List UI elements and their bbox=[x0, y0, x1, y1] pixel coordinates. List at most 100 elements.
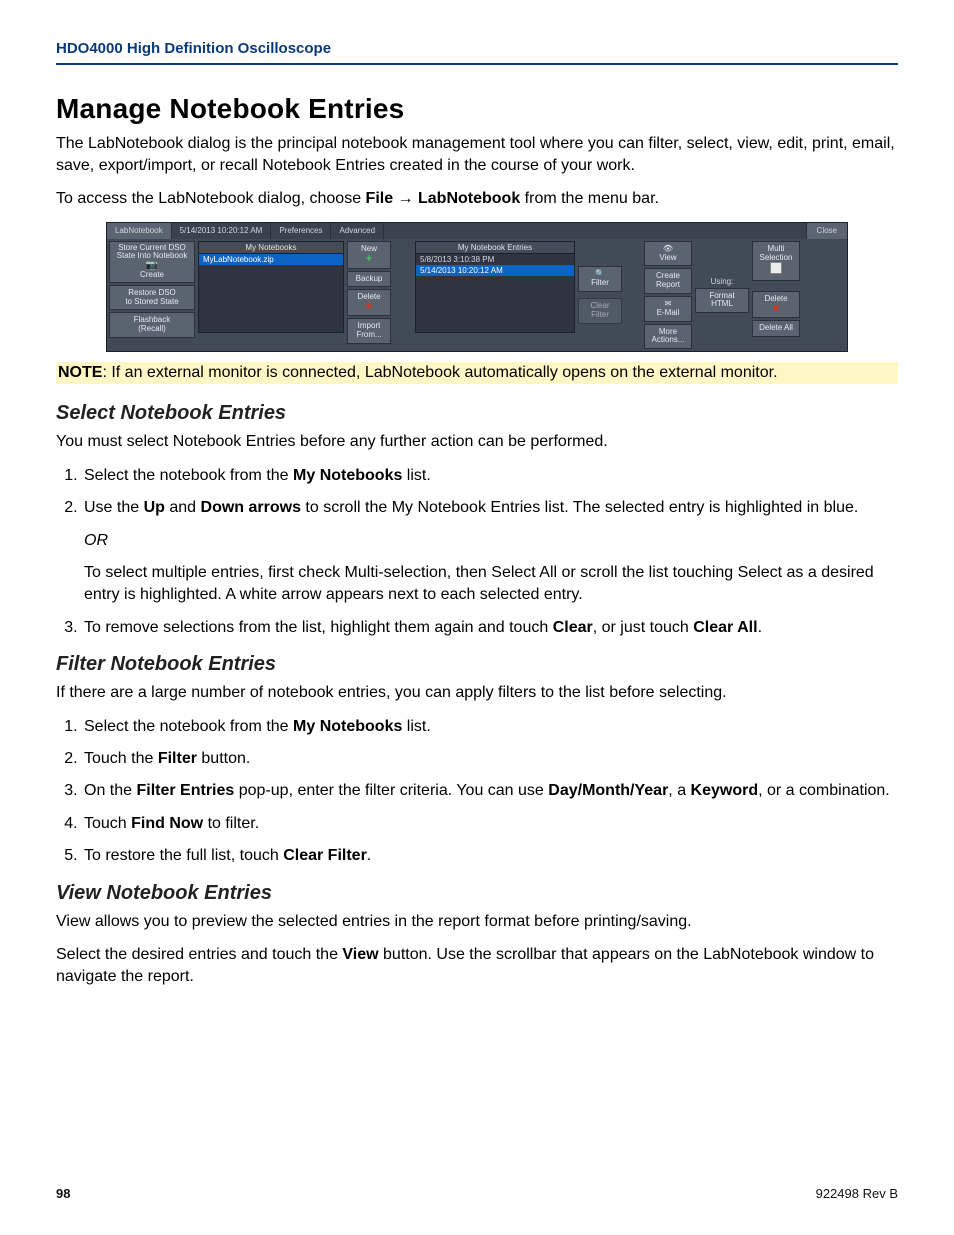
label-line2: to Stored State bbox=[125, 297, 178, 306]
labnotebook-dialog: LabNotebook 5/14/2013 10:20:12 AM Prefer… bbox=[106, 222, 848, 352]
my-notebooks-header: My Notebooks bbox=[199, 242, 343, 254]
text: To remove selections from the list, high… bbox=[84, 619, 553, 636]
text: Touch the bbox=[84, 750, 158, 767]
label-line1: Restore DSO bbox=[128, 288, 176, 297]
format-button[interactable]: Format HTML bbox=[695, 288, 749, 314]
view-paragraph: Select the desired entries and touch the… bbox=[56, 944, 898, 987]
step: On the Filter Entries pop-up, enter the … bbox=[82, 780, 898, 802]
select-lead: You must select Notebook Entries before … bbox=[56, 431, 898, 453]
label-line1: Flashback bbox=[134, 315, 170, 324]
select-entries-heading: Select Notebook Entries bbox=[56, 402, 898, 425]
filter-steps: Select the notebook from the My Notebook… bbox=[56, 716, 898, 868]
tab-timestamp[interactable]: 5/14/2013 10:20:12 AM bbox=[172, 223, 272, 239]
delete-notebook-button[interactable]: Delete ✖ bbox=[347, 289, 391, 316]
filter-button[interactable]: 🔍 Filter bbox=[578, 266, 622, 292]
text: Touch bbox=[84, 815, 131, 832]
view-entries-heading: View Notebook Entries bbox=[56, 882, 898, 905]
step: Select the notebook from the My Notebook… bbox=[82, 465, 898, 487]
bold: Filter bbox=[158, 750, 197, 767]
text: from the menu bar. bbox=[520, 190, 659, 207]
list-item[interactable]: MyLabNotebook.zip bbox=[199, 254, 343, 265]
dialog-titlebar: LabNotebook 5/14/2013 10:20:12 AM Prefer… bbox=[107, 223, 847, 239]
format-value: HTML bbox=[711, 299, 733, 308]
filter-icon: 🔍 bbox=[595, 269, 605, 278]
backup-button[interactable]: Backup bbox=[347, 271, 391, 288]
delete-icon: ✖ bbox=[365, 301, 373, 311]
entries-header: My Notebook Entries bbox=[416, 242, 574, 254]
text: To access the LabNotebook dialog, choose bbox=[56, 190, 366, 207]
tab-labnotebook[interactable]: LabNotebook bbox=[107, 223, 172, 239]
new-notebook-button[interactable]: New + bbox=[347, 241, 391, 269]
text: to scroll the My Notebook Entries list. … bbox=[301, 499, 858, 516]
filter-lead: If there are a large number of notebook … bbox=[56, 682, 898, 704]
text: to filter. bbox=[203, 815, 259, 832]
import-from-button[interactable]: Import From... bbox=[347, 318, 391, 344]
label: New bbox=[361, 244, 377, 253]
running-header: HDO4000 High Definition Oscilloscope bbox=[56, 40, 898, 65]
list-item[interactable]: 5/14/2013 10:20:12 AM bbox=[416, 265, 574, 276]
filter-entries-heading: Filter Notebook Entries bbox=[56, 653, 898, 676]
text: Use the bbox=[84, 499, 144, 516]
my-notebooks-list[interactable]: My Notebooks MyLabNotebook.zip bbox=[198, 241, 344, 333]
step: To restore the full list, touch Clear Fi… bbox=[82, 845, 898, 867]
delete-icon: ✖ bbox=[772, 303, 780, 313]
text: . bbox=[758, 619, 762, 636]
text: To restore the full list, touch bbox=[84, 847, 283, 864]
text: Select the desired entries and touch the bbox=[56, 946, 342, 963]
step: Use the Up and Down arrows to scroll the… bbox=[82, 497, 898, 607]
text: pop-up, enter the filter criteria. You c… bbox=[234, 782, 548, 799]
bold: Filter Entries bbox=[136, 782, 234, 799]
label: Format bbox=[709, 291, 734, 300]
delete-entry-button[interactable]: Delete ✖ bbox=[752, 291, 800, 318]
plus-icon: + bbox=[366, 253, 372, 265]
label: Multi Selection bbox=[760, 244, 793, 262]
close-button[interactable]: Close bbox=[806, 223, 847, 239]
label: Delete bbox=[357, 292, 380, 301]
bold: Down arrows bbox=[201, 499, 301, 516]
clear-filter-button[interactable]: Clear Filter bbox=[578, 298, 622, 324]
tab-preferences[interactable]: Preferences bbox=[271, 223, 331, 239]
delete-all-button[interactable]: Delete All bbox=[752, 320, 800, 337]
more-actions-button[interactable]: More Actions... bbox=[644, 324, 692, 350]
menu-file-label: File bbox=[366, 190, 394, 207]
note-callout: NOTE: If an external monitor is connecte… bbox=[56, 362, 898, 384]
email-icon: ✉ bbox=[665, 299, 672, 308]
doc-revision: 922498 Rev B bbox=[816, 1186, 898, 1201]
store-state-button[interactable]: Store Current DSO State Into Notebook 📷 … bbox=[109, 241, 195, 283]
bold: My Notebooks bbox=[293, 718, 402, 735]
label-line2: (Recall) bbox=[138, 324, 166, 333]
intro-paragraph-2: To access the LabNotebook dialog, choose… bbox=[56, 188, 898, 210]
using-label: Using: bbox=[695, 277, 749, 286]
view-button[interactable]: 👁 View bbox=[644, 241, 692, 267]
text: On the bbox=[84, 782, 136, 799]
create-report-button[interactable]: Create Report bbox=[644, 268, 692, 294]
label: E-Mail bbox=[657, 308, 680, 317]
step: Touch the Filter button. bbox=[82, 748, 898, 770]
multi-selection-toggle[interactable]: Multi Selection bbox=[752, 241, 800, 281]
label: View bbox=[659, 253, 676, 262]
view-lead: View allows you to preview the selected … bbox=[56, 911, 898, 933]
notebook-entries-list[interactable]: My Notebook Entries 5/8/2013 3:10:38 PM … bbox=[415, 241, 575, 333]
flashback-button[interactable]: Flashback (Recall) bbox=[109, 312, 195, 338]
label: Delete bbox=[764, 294, 787, 303]
restore-state-button[interactable]: Restore DSO to Stored State bbox=[109, 285, 195, 311]
tab-advanced[interactable]: Advanced bbox=[331, 223, 384, 239]
text: , a bbox=[668, 782, 690, 799]
arrow: → bbox=[393, 190, 418, 207]
text: , or a combination. bbox=[758, 782, 890, 799]
text: list. bbox=[402, 467, 430, 484]
page-number: 98 bbox=[56, 1186, 70, 1201]
bold: Clear All bbox=[693, 619, 757, 636]
text: list. bbox=[402, 718, 430, 735]
email-button[interactable]: ✉ E-Mail bbox=[644, 296, 692, 322]
text: , or just touch bbox=[593, 619, 694, 636]
step: To remove selections from the list, high… bbox=[82, 617, 898, 639]
bold: Clear bbox=[553, 619, 593, 636]
bold: View bbox=[342, 946, 378, 963]
text: button. bbox=[197, 750, 250, 767]
create-label: Create bbox=[140, 271, 164, 280]
list-item[interactable]: 5/8/2013 3:10:38 PM bbox=[416, 254, 574, 265]
intro-paragraph-1: The LabNotebook dialog is the principal … bbox=[56, 133, 898, 176]
note-label: NOTE bbox=[58, 364, 102, 381]
menu-labnotebook-label: LabNotebook bbox=[418, 190, 520, 207]
